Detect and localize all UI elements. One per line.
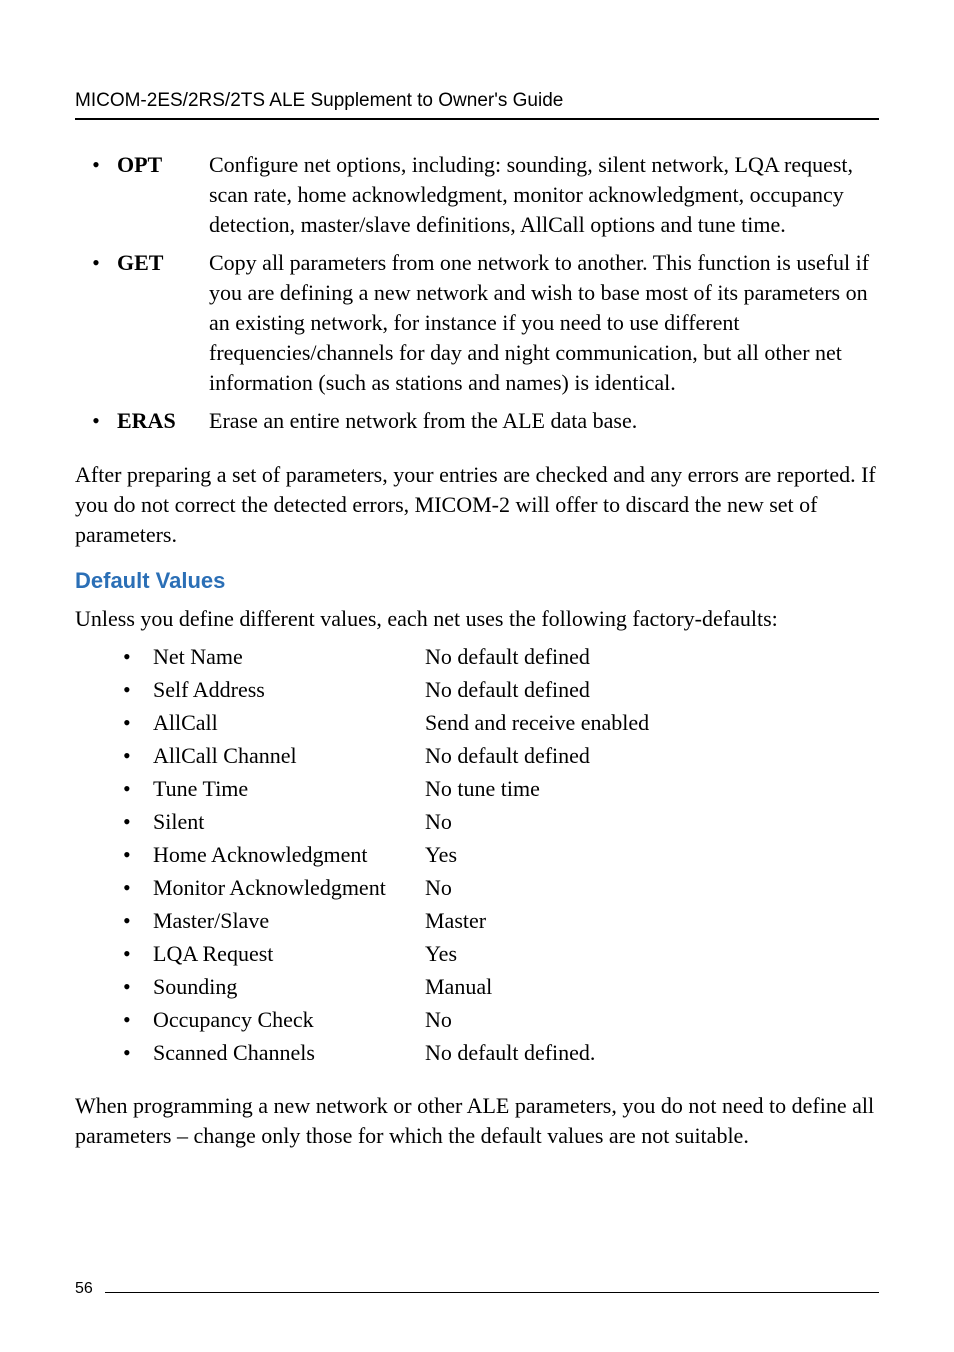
default-label: Occupancy Check [153, 1003, 425, 1036]
default-item: • Tune Time No tune time [117, 772, 879, 805]
default-label: Scanned Channels [153, 1036, 425, 1069]
default-item: • Net Name No default defined [117, 640, 879, 673]
bullet-icon: • [117, 772, 153, 805]
command-list: • OPT Configure net options, including: … [75, 150, 879, 436]
default-item: • Self Address No default defined [117, 673, 879, 706]
bullet-icon: • [117, 937, 153, 970]
bullet-icon: • [117, 871, 153, 904]
page-header: MICOM-2ES/2RS/2TS ALE Supplement to Owne… [75, 90, 879, 120]
default-value: Yes [425, 838, 879, 871]
default-value: No [425, 805, 879, 838]
bullet-icon: • [75, 406, 117, 436]
command-description: Erase an entire network from the ALE dat… [209, 406, 879, 436]
default-label: AllCall Channel [153, 739, 425, 772]
default-value: Yes [425, 937, 879, 970]
default-item: • LQA Request Yes [117, 937, 879, 970]
default-value: No default defined [425, 739, 879, 772]
default-label: Tune Time [153, 772, 425, 805]
command-item: • GET Copy all parameters from one netwo… [75, 248, 879, 398]
default-value: No tune time [425, 772, 879, 805]
bullet-icon: • [117, 640, 153, 673]
default-label: Monitor Acknowledgment [153, 871, 425, 904]
page-footer: 56 [75, 1280, 879, 1298]
command-description: Configure net options, including: soundi… [209, 150, 879, 240]
bullet-icon: • [117, 904, 153, 937]
footer-divider [105, 1292, 879, 1293]
default-value: No [425, 871, 879, 904]
default-label: Self Address [153, 673, 425, 706]
command-item: • ERAS Erase an entire network from the … [75, 406, 879, 436]
defaults-list: • Net Name No default defined • Self Add… [117, 640, 879, 1069]
command-name: ERAS [117, 406, 209, 436]
command-name: OPT [117, 150, 209, 180]
default-label: Home Acknowledgment [153, 838, 425, 871]
default-label: AllCall [153, 706, 425, 739]
bullet-icon: • [75, 248, 117, 278]
default-item: • Occupancy Check No [117, 1003, 879, 1036]
default-label: Sounding [153, 970, 425, 1003]
bullet-icon: • [117, 739, 153, 772]
default-label: Master/Slave [153, 904, 425, 937]
command-description: Copy all parameters from one network to … [209, 248, 879, 398]
command-name: GET [117, 248, 209, 278]
closing-paragraph: When programming a new network or other … [75, 1091, 879, 1151]
default-value: No [425, 1003, 879, 1036]
default-value: No default defined [425, 640, 879, 673]
command-item: • OPT Configure net options, including: … [75, 150, 879, 240]
bullet-icon: • [117, 673, 153, 706]
default-label: LQA Request [153, 937, 425, 970]
default-item: • Home Acknowledgment Yes [117, 838, 879, 871]
default-value: Send and receive enabled [425, 706, 879, 739]
default-label: Silent [153, 805, 425, 838]
default-item: • Monitor Acknowledgment No [117, 871, 879, 904]
default-value: No default defined. [425, 1036, 879, 1069]
bullet-icon: • [75, 150, 117, 180]
defaults-intro: Unless you define different values, each… [75, 604, 879, 634]
default-value: Manual [425, 970, 879, 1003]
default-item: • AllCall Send and receive enabled [117, 706, 879, 739]
bullet-icon: • [117, 1036, 153, 1069]
default-label: Net Name [153, 640, 425, 673]
after-commands-paragraph: After preparing a set of parameters, you… [75, 460, 879, 550]
section-heading-default-values: Default Values [75, 568, 879, 594]
bullet-icon: • [117, 706, 153, 739]
default-item: • Master/Slave Master [117, 904, 879, 937]
default-value: Master [425, 904, 879, 937]
default-item: • AllCall Channel No default defined [117, 739, 879, 772]
bullet-icon: • [117, 1003, 153, 1036]
default-value: No default defined [425, 673, 879, 706]
default-item: • Sounding Manual [117, 970, 879, 1003]
bullet-icon: • [117, 970, 153, 1003]
page-number: 56 [75, 1280, 93, 1298]
bullet-icon: • [117, 838, 153, 871]
bullet-icon: • [117, 805, 153, 838]
default-item: • Silent No [117, 805, 879, 838]
default-item: • Scanned Channels No default defined. [117, 1036, 879, 1069]
